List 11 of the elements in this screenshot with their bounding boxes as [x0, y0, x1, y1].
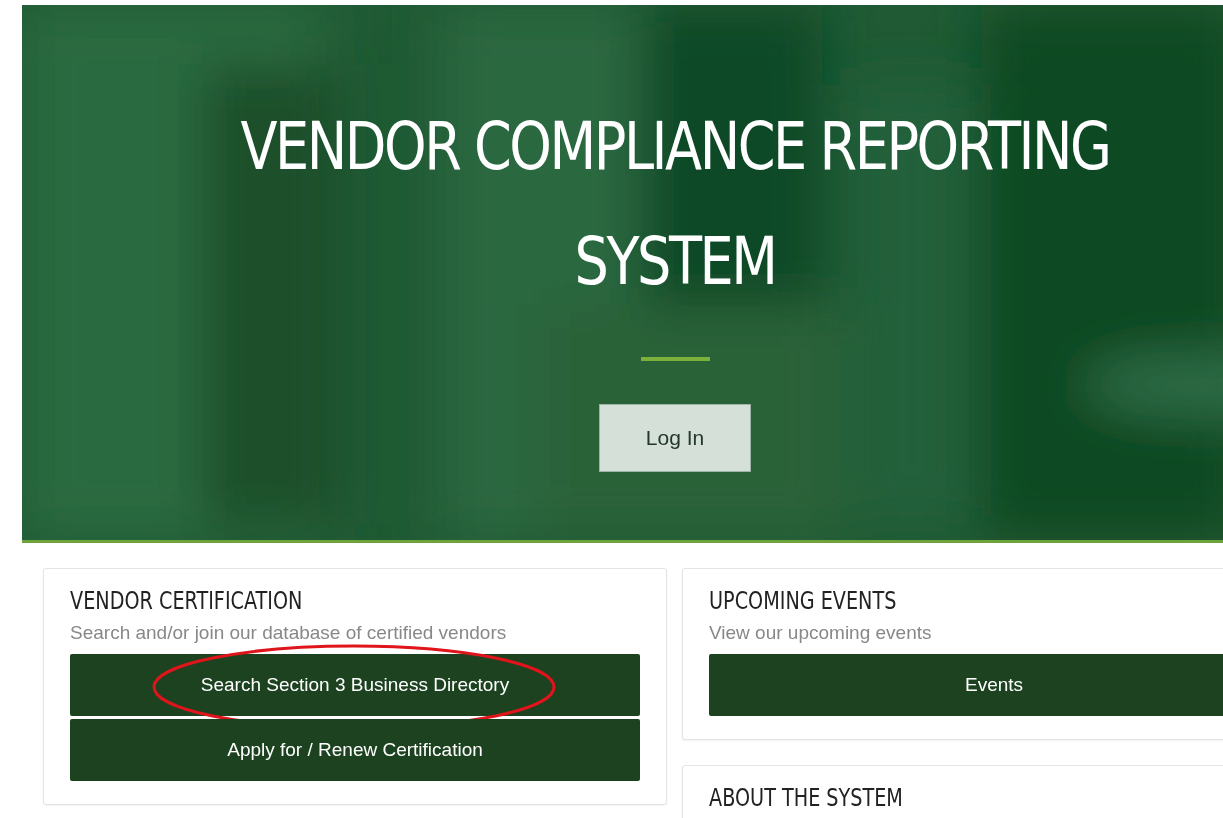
- card-subtitle: Search and/or join our database of certified vendors: [70, 622, 508, 644]
- title-underline: [640, 357, 710, 361]
- card-title: VENDOR CERTIFICATION: [70, 586, 303, 617]
- action-button[interactable]: Search Section 3 Business Directory: [70, 654, 640, 716]
- action-button[interactable]: Events: [709, 654, 1223, 716]
- action-button[interactable]: Apply for / Renew Certification: [70, 719, 640, 781]
- card-subtitle: View our upcoming events: [709, 622, 933, 644]
- login-button[interactable]: Log In: [599, 404, 751, 472]
- hero-title: VENDOR COMPLIANCE REPORTING SYSTEM: [239, 107, 1111, 302]
- card-title: UPCOMING EVENTS: [709, 586, 897, 617]
- card-title: ABOUT THE SYSTEM: [709, 783, 903, 814]
